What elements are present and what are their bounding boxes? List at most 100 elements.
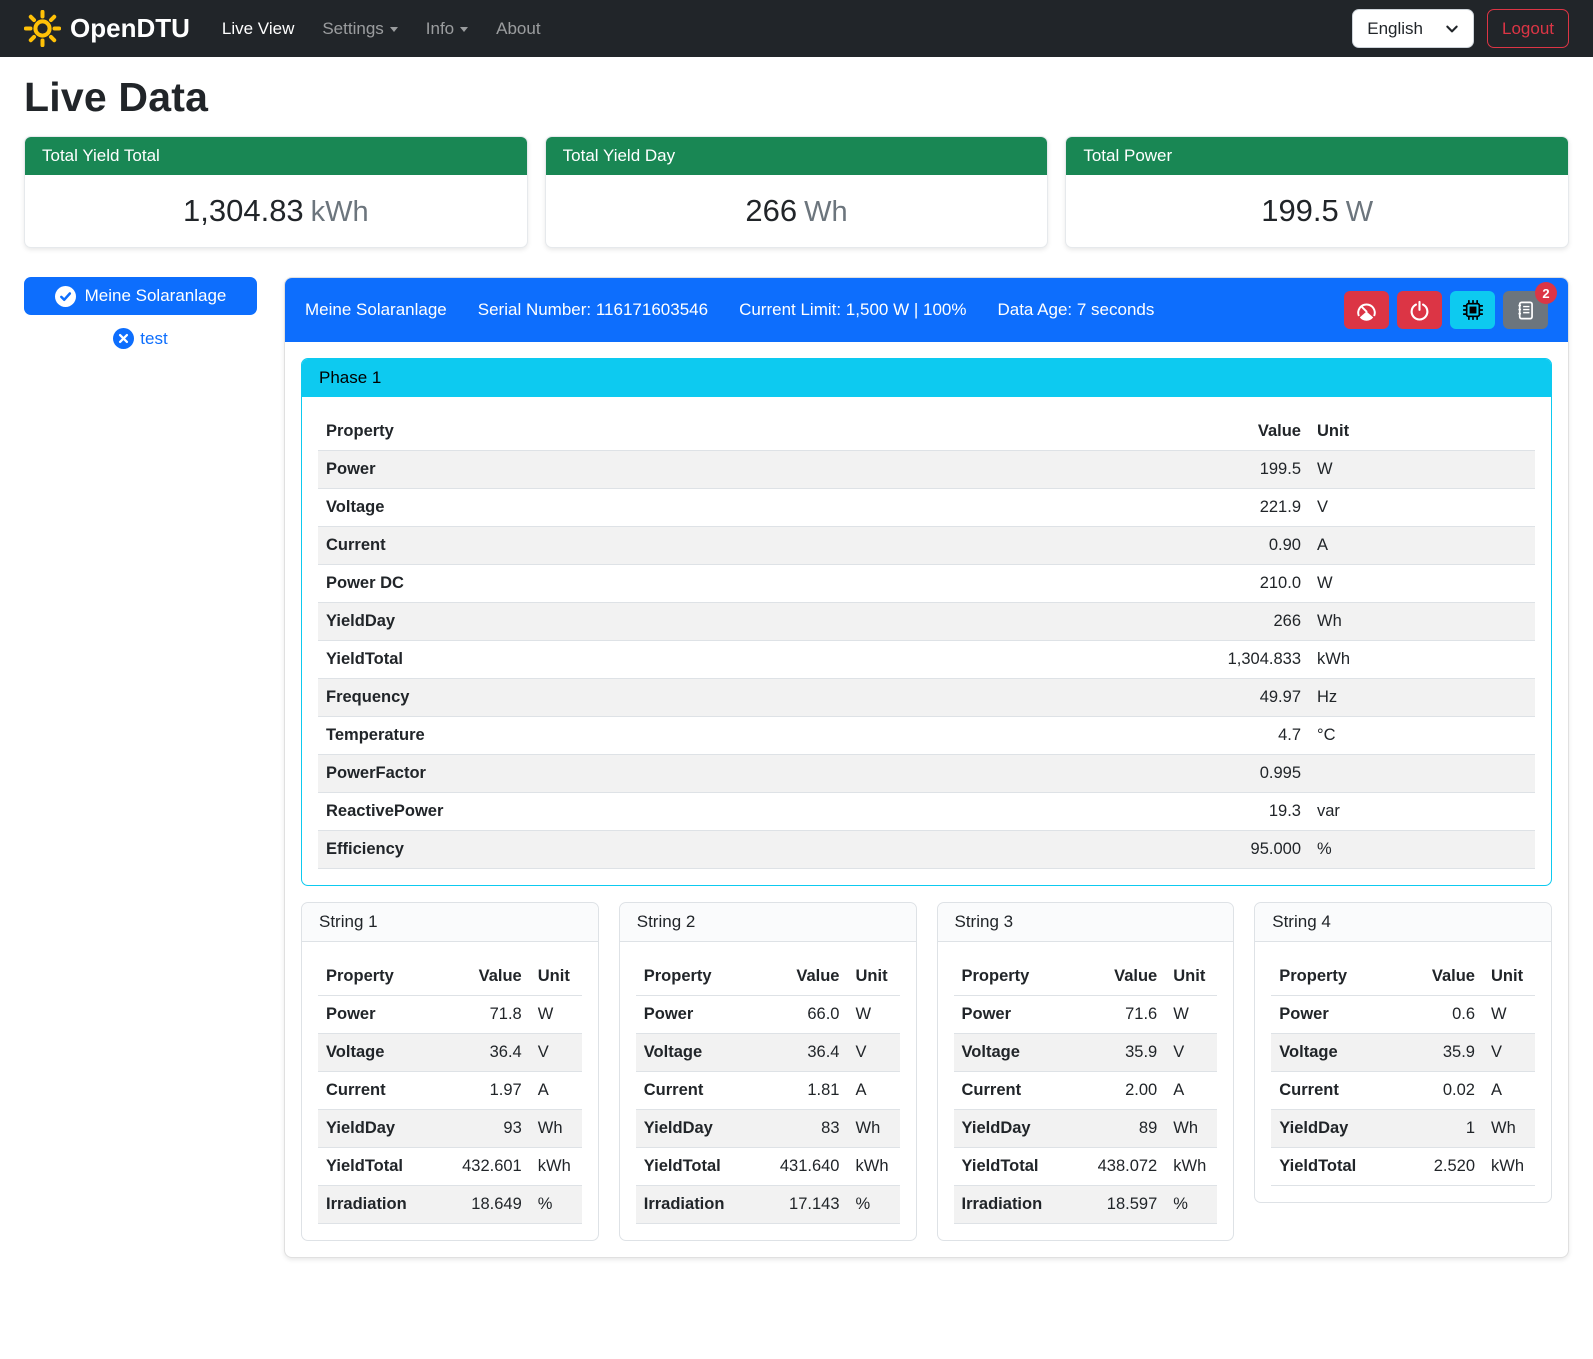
- check-circle-icon: [55, 286, 76, 307]
- unit-cell: A: [1309, 527, 1535, 565]
- value-cell: 36.4: [755, 1034, 848, 1072]
- property-cell: YieldDay: [318, 603, 911, 641]
- value-cell: 0.995: [911, 755, 1309, 793]
- property-header: Property: [1271, 958, 1400, 996]
- property-header: Property: [636, 958, 755, 996]
- property-cell: Temperature: [318, 717, 911, 755]
- nav-item-live-view[interactable]: Live View: [208, 11, 308, 47]
- inverter-toolbar: 2: [1344, 291, 1548, 329]
- string-title: String 1: [302, 903, 598, 942]
- property-cell: YieldTotal: [318, 641, 911, 679]
- card-value-row: 266Wh: [546, 175, 1048, 247]
- unit-cell: kWh: [1309, 641, 1535, 679]
- string-4-card: String 4 PropertyValueUnit Power0.6WVolt…: [1254, 902, 1552, 1203]
- property-cell: Irradiation: [954, 1186, 1073, 1224]
- nav-item-about[interactable]: About: [482, 11, 554, 47]
- property-cell: YieldDay: [318, 1110, 437, 1148]
- table-row: YieldTotal431.640kWh: [636, 1148, 900, 1186]
- total-yield-day-card: Total Yield Day 266Wh: [545, 136, 1049, 248]
- property-cell: Voltage: [954, 1034, 1073, 1072]
- table-row: Power199.5W: [318, 451, 1535, 489]
- unit-cell: A: [530, 1072, 582, 1110]
- unit-cell: W: [530, 996, 582, 1034]
- value-cell: 35.9: [1401, 1034, 1483, 1072]
- nav-item-info[interactable]: Info: [412, 11, 482, 47]
- event-count-badge: 2: [1535, 282, 1557, 304]
- property-cell: Efficiency: [318, 831, 911, 869]
- inverter-item-label: test: [140, 329, 167, 349]
- logout-button[interactable]: Logout: [1487, 9, 1569, 48]
- page-title: Live Data: [24, 74, 1569, 121]
- table-row: YieldTotal432.601kWh: [318, 1148, 582, 1186]
- unit-header: Unit: [1309, 413, 1535, 451]
- unit-cell: Wh: [1483, 1110, 1535, 1148]
- table-row: Power0.6W: [1271, 996, 1535, 1034]
- phase-table: PropertyValueUnit Power199.5WVoltage221.…: [318, 413, 1535, 869]
- unit-cell: V: [1483, 1034, 1535, 1072]
- unit-cell: A: [1483, 1072, 1535, 1110]
- unit-cell: °C: [1309, 717, 1535, 755]
- unit-cell: W: [1483, 996, 1535, 1034]
- card-title: Total Yield Day: [546, 137, 1048, 175]
- table-row: Voltage36.4V: [318, 1034, 582, 1072]
- string-3-card: String 3 PropertyValueUnit Power71.6WVol…: [937, 902, 1235, 1241]
- unit-cell: A: [1165, 1072, 1217, 1110]
- unit-header: Unit: [1165, 958, 1217, 996]
- value-cell: 1.97: [437, 1072, 530, 1110]
- property-header: Property: [318, 413, 911, 451]
- card-unit: kWh: [311, 196, 369, 228]
- value-cell: 18.597: [1072, 1186, 1165, 1224]
- property-cell: Power: [954, 996, 1073, 1034]
- inverter-card: Meine Solaranlage Serial Number: 1161716…: [284, 277, 1569, 1258]
- string-title: String 2: [620, 903, 916, 942]
- table-row: YieldDay266Wh: [318, 603, 1535, 641]
- unit-cell: Wh: [1309, 603, 1535, 641]
- unit-cell: kWh: [1165, 1148, 1217, 1186]
- unit-cell: Wh: [530, 1110, 582, 1148]
- value-cell: 0.90: [911, 527, 1309, 565]
- table-row: YieldDay89Wh: [954, 1110, 1218, 1148]
- property-cell: Voltage: [636, 1034, 755, 1072]
- table-row: Temperature4.7°C: [318, 717, 1535, 755]
- table-row: YieldTotal2.520kWh: [1271, 1148, 1535, 1186]
- value-cell: 19.3: [911, 793, 1309, 831]
- power-toggle-button[interactable]: [1397, 291, 1442, 329]
- brand[interactable]: OpenDTU: [24, 10, 190, 47]
- unit-cell: %: [530, 1186, 582, 1224]
- cpu-icon: [1462, 299, 1484, 321]
- card-unit: W: [1346, 196, 1373, 228]
- event-log-button[interactable]: 2: [1503, 291, 1548, 329]
- language-select[interactable]: English: [1352, 9, 1474, 48]
- value-cell: 1,304.833: [911, 641, 1309, 679]
- device-info-button[interactable]: [1450, 291, 1495, 329]
- inverter-data-age: Data Age: 7 seconds: [997, 300, 1154, 320]
- unit-cell: W: [848, 996, 900, 1034]
- value-cell: 2.00: [1072, 1072, 1165, 1110]
- property-header: Property: [954, 958, 1073, 996]
- property-cell: YieldTotal: [636, 1148, 755, 1186]
- table-row: ReactivePower19.3var: [318, 793, 1535, 831]
- language-value: English: [1367, 19, 1423, 39]
- property-cell: PowerFactor: [318, 755, 911, 793]
- unit-cell: %: [1309, 831, 1535, 869]
- unit-cell: kWh: [530, 1148, 582, 1186]
- inverter-name: Meine Solaranlage: [305, 300, 447, 320]
- inverter-card-body: Phase 1 PropertyValueUnit Power199.5WVol…: [285, 342, 1568, 1257]
- journal-text-icon: [1515, 300, 1536, 321]
- limit-settings-button[interactable]: [1344, 291, 1389, 329]
- table-row: Irradiation18.649%: [318, 1186, 582, 1224]
- unit-header: Unit: [848, 958, 900, 996]
- value-cell: 49.97: [911, 679, 1309, 717]
- inverter-item-test[interactable]: test: [113, 328, 167, 349]
- value-cell: 71.6: [1072, 996, 1165, 1034]
- value-cell: 95.000: [911, 831, 1309, 869]
- nav-links: Live View Settings Info About: [208, 11, 555, 47]
- inverter-select-button[interactable]: Meine Solaranlage: [24, 277, 257, 315]
- nav-item-settings[interactable]: Settings: [308, 11, 411, 47]
- table-row: Current0.90A: [318, 527, 1535, 565]
- property-cell: Voltage: [318, 489, 911, 527]
- value-cell: 17.143: [755, 1186, 848, 1224]
- value-header: Value: [911, 413, 1309, 451]
- property-cell: YieldDay: [1271, 1110, 1400, 1148]
- inverter-card-header: Meine Solaranlage Serial Number: 1161716…: [285, 278, 1568, 342]
